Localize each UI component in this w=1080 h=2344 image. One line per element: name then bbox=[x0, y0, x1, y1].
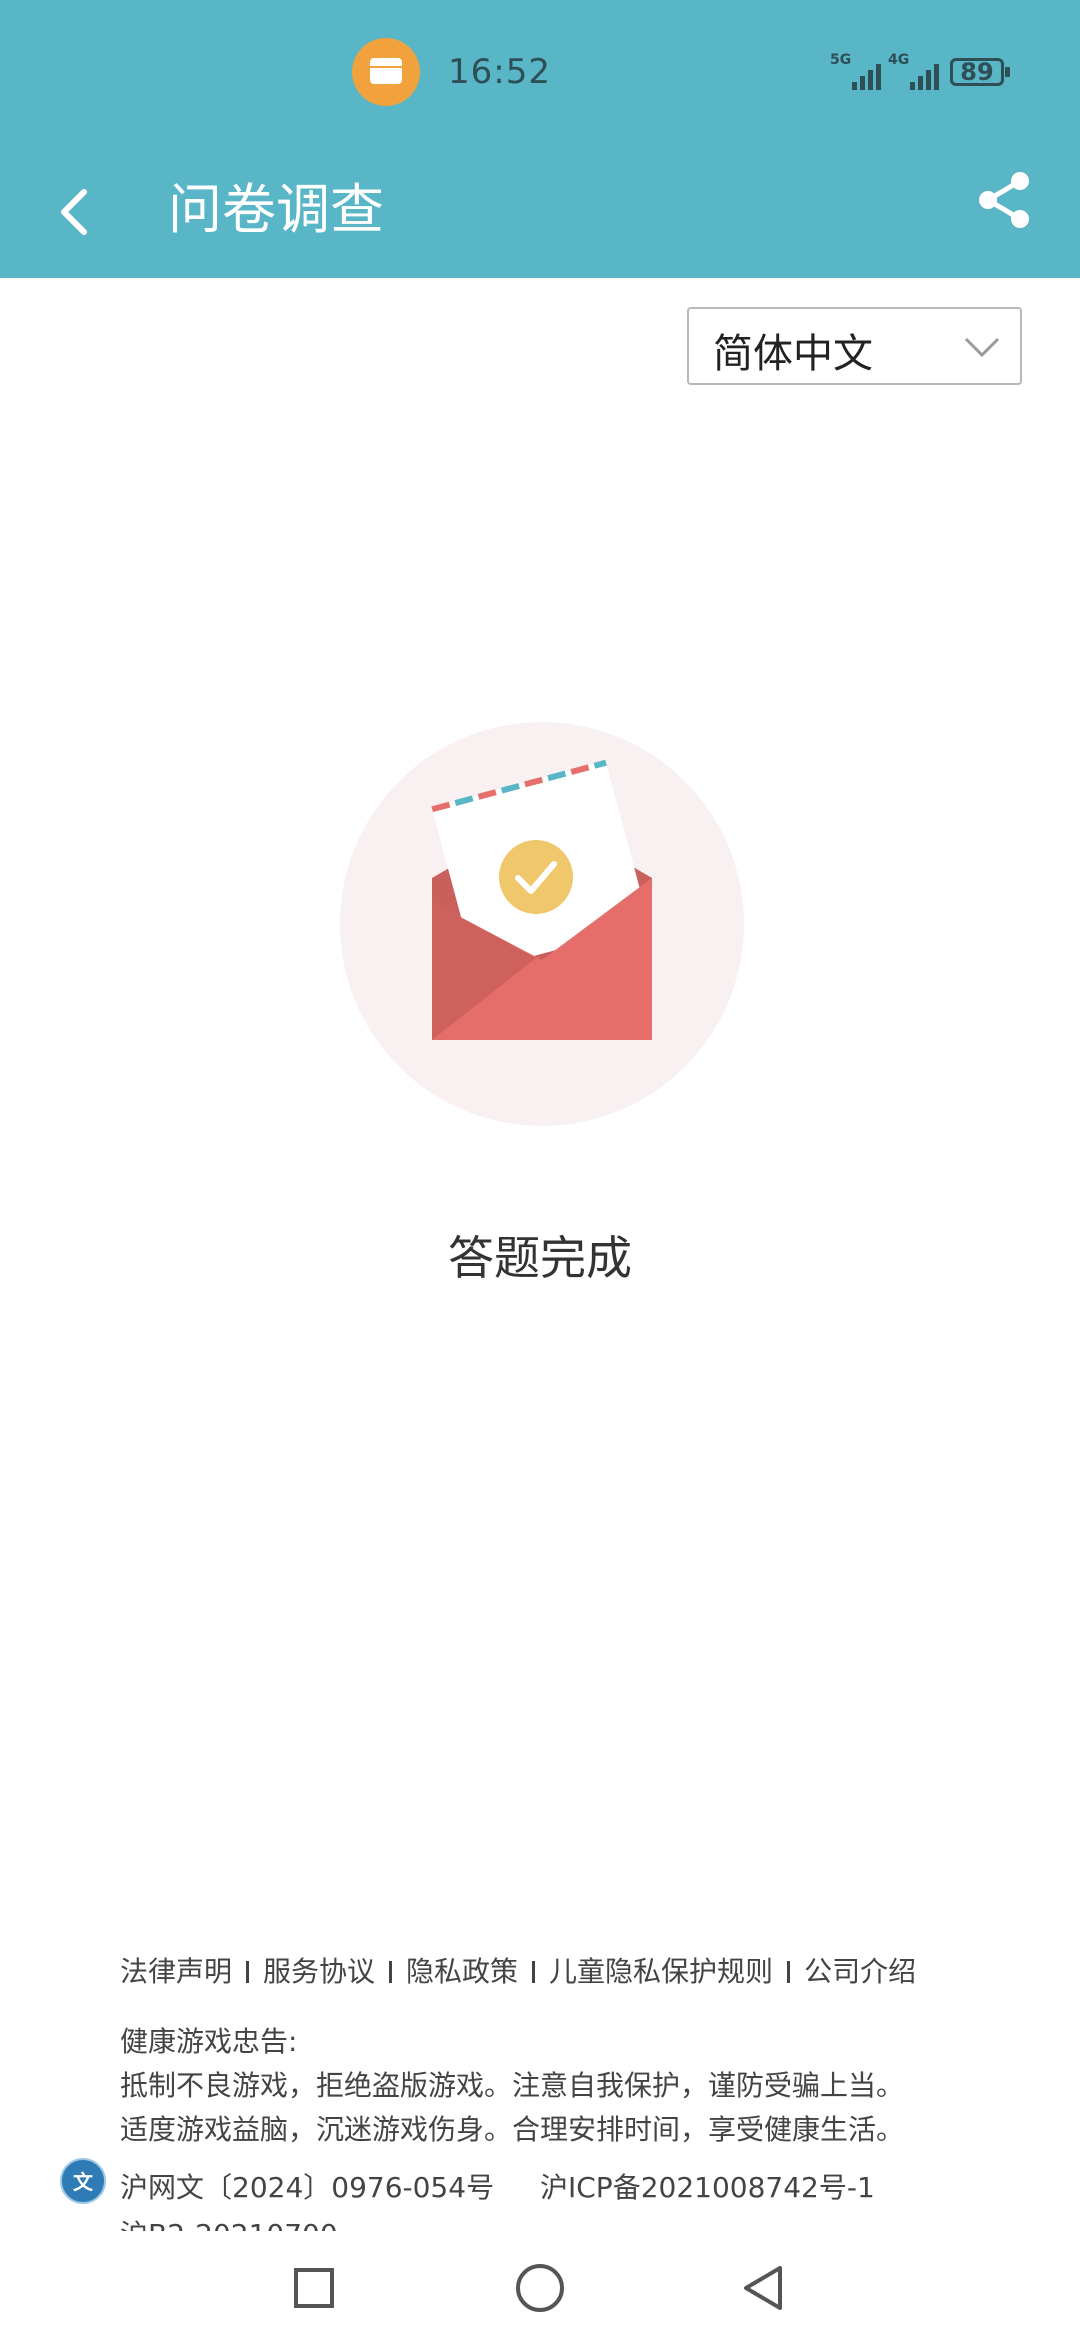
link-privacy-policy[interactable]: 隐私政策 bbox=[406, 1955, 518, 1988]
signal-5g-label: 5G bbox=[830, 52, 852, 68]
back-nav-button[interactable] bbox=[732, 2256, 796, 2320]
circle-icon bbox=[516, 2264, 564, 2312]
footer-links: 法律声明 服务协议 隐私政策 儿童隐私保护规则 公司介绍 bbox=[120, 1950, 916, 1990]
signal-4g-icon: 4G bbox=[888, 52, 952, 90]
notification-app-icon bbox=[352, 38, 420, 106]
completion-text: 答题完成 bbox=[448, 1231, 632, 1285]
divider bbox=[246, 1961, 250, 1983]
chevron-down-icon bbox=[964, 337, 1000, 358]
system-navigation-bar bbox=[0, 2232, 1080, 2344]
license-badge-icon[interactable]: 文 bbox=[60, 2158, 106, 2204]
license-badge-label: 文 bbox=[73, 2170, 93, 2194]
app-header: 问卷调查 bbox=[0, 145, 1080, 278]
back-button[interactable] bbox=[40, 170, 120, 250]
share-button[interactable] bbox=[970, 165, 1040, 235]
share-icon bbox=[979, 172, 1029, 228]
language-select[interactable]: 简体中文 bbox=[687, 307, 1022, 385]
status-time: 16:52 bbox=[448, 52, 551, 92]
chevron-left-icon bbox=[61, 189, 87, 235]
recents-button[interactable] bbox=[282, 2256, 346, 2320]
envelope-check-icon bbox=[431, 759, 652, 1040]
license-wenwang[interactable]: 沪网文〔2024〕0976-054号 bbox=[120, 2166, 494, 2206]
health-advice-line-2: 适度游戏益脑，沉迷游戏伤身。合理安排时间，享受健康生活。 bbox=[120, 2113, 905, 2146]
square-icon bbox=[294, 2268, 334, 2308]
language-selected-value: 简体中文 bbox=[713, 331, 873, 377]
health-advice-title: 健康游戏忠告: bbox=[120, 2025, 298, 2058]
signal-4g-label: 4G bbox=[888, 52, 910, 68]
page-title: 问卷调查 bbox=[168, 178, 384, 241]
signal-5g-icon: 5G bbox=[830, 52, 894, 90]
completion-illustration bbox=[340, 722, 744, 1126]
divider bbox=[389, 1961, 393, 1983]
divider bbox=[532, 1961, 536, 1983]
license-icp[interactable]: 沪ICP备2021008742号-1 bbox=[540, 2166, 875, 2206]
home-button[interactable] bbox=[508, 2256, 572, 2320]
license-b2: 沪B2-20210700 bbox=[120, 2213, 338, 2231]
triangle-back-icon bbox=[744, 2266, 782, 2310]
link-legal-notice[interactable]: 法律声明 bbox=[120, 1955, 232, 1988]
divider bbox=[787, 1961, 791, 1983]
link-service-agreement[interactable]: 服务协议 bbox=[263, 1955, 375, 1988]
battery-icon: 89 bbox=[950, 58, 1010, 86]
health-advice-line-1: 抵制不良游戏，拒绝盗版游戏。注意自我保护，谨防受骗上当。 bbox=[120, 2069, 905, 2102]
license-row: 文 沪网文〔2024〕0976-054号 沪ICP备2021008742号-1 bbox=[60, 2158, 1060, 2210]
status-bar: 16:52 5G 4G 89 bbox=[0, 0, 1080, 145]
link-child-privacy-rules[interactable]: 儿童隐私保护规则 bbox=[549, 1955, 773, 1988]
battery-level: 89 bbox=[960, 58, 994, 86]
link-company-intro[interactable]: 公司介绍 bbox=[804, 1955, 916, 1988]
